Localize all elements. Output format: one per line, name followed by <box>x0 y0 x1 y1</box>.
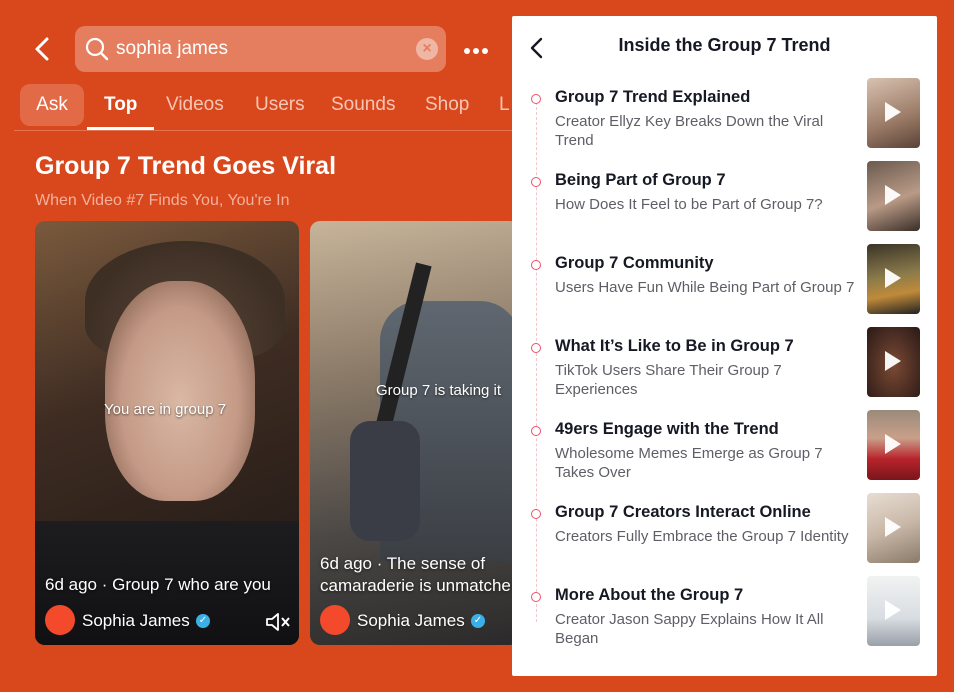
collection-title: Group 7 Trend Goes Viral <box>35 152 337 180</box>
item-description: How Does It Feel to be Part of Group 7? <box>555 196 823 213</box>
item-title: More About the Group 7 <box>555 586 744 604</box>
verified-badge-icon: ✓ <box>196 614 210 628</box>
video-caption: 6d ago · Group 7 who are you <box>45 575 271 594</box>
video-thumbnail-face <box>105 281 255 501</box>
list-item[interactable]: Being Part of Group 7 How Does It Feel t… <box>512 161 937 247</box>
list-item[interactable]: Group 7 Community Users Have Fun While B… <box>512 244 937 330</box>
video-thumbnail[interactable] <box>867 244 920 314</box>
item-title: 49ers Engage with the Trend <box>555 420 779 438</box>
play-icon <box>885 102 901 122</box>
video-thumbnail[interactable] <box>867 410 920 480</box>
video-card[interactable]: You are in group 7 6d ago · Group 7 who … <box>35 221 299 645</box>
item-description: Users Have Fun While Being Part of Group… <box>555 279 855 296</box>
item-title: Being Part of Group 7 <box>555 171 726 189</box>
list-item[interactable]: Group 7 Trend Explained Creator Ellyz Ke… <box>512 78 937 164</box>
tab-partial[interactable]: L <box>499 94 510 116</box>
video-thumbnail-bag <box>350 421 420 541</box>
item-title: Group 7 Community <box>555 254 714 272</box>
item-description: TikTok Users Share Their Group 7 Experie… <box>555 362 782 398</box>
list-item[interactable]: What It’s Like to Be in Group 7 TikTok U… <box>512 327 937 413</box>
timeline-dot <box>531 260 541 270</box>
list-item[interactable]: Group 7 Creators Interact Online Creator… <box>512 493 937 579</box>
timeline-dot <box>531 343 541 353</box>
item-title: Group 7 Trend Explained <box>555 88 751 106</box>
timeline-dot <box>531 592 541 602</box>
search-icon <box>85 37 109 61</box>
video-thumbnail[interactable] <box>867 161 920 231</box>
item-description: Wholesome Memes Emerge as Group 7 Takes … <box>555 445 823 481</box>
play-icon <box>885 600 901 620</box>
video-card[interactable]: Group 7 is taking it 6d ago · The sense … <box>310 221 512 645</box>
timeline-dot <box>531 94 541 104</box>
play-icon <box>885 185 901 205</box>
collection-subtitle: When Video #7 Finds You, You're In <box>35 192 290 209</box>
timeline-dot <box>531 426 541 436</box>
avatar[interactable] <box>320 605 350 635</box>
item-description: Creator Jason Sappy Explains How It All … <box>555 611 824 647</box>
play-icon <box>885 434 901 454</box>
back-arrow-icon[interactable] <box>30 36 56 62</box>
video-thumbnail[interactable] <box>867 78 920 148</box>
mute-icon[interactable] <box>265 611 291 633</box>
timeline-dot <box>531 177 541 187</box>
search-results-screen: sophia james × Ask Top Videos Users Soun… <box>0 0 512 692</box>
tab-users[interactable]: Users <box>255 94 305 116</box>
username[interactable]: Sophia James <box>82 611 190 631</box>
clear-search-icon[interactable]: × <box>416 38 438 60</box>
more-options-icon[interactable] <box>464 41 491 59</box>
timeline-dot <box>531 509 541 519</box>
play-icon <box>885 268 901 288</box>
video-caption-line2: camaraderie is unmatche <box>320 576 511 595</box>
tab-sounds[interactable]: Sounds <box>331 94 395 116</box>
item-title: What It’s Like to Be in Group 7 <box>555 337 794 355</box>
video-text-overlay: You are in group 7 <box>104 401 227 418</box>
list-item[interactable]: More About the Group 7 Creator Jason Sap… <box>512 576 937 662</box>
tab-videos[interactable]: Videos <box>166 94 224 116</box>
panel-title: Inside the Group 7 Trend <box>618 35 831 55</box>
tab-shop[interactable]: Shop <box>425 94 469 116</box>
username[interactable]: Sophia James <box>357 611 465 631</box>
avatar[interactable] <box>45 605 75 635</box>
video-thumbnail[interactable] <box>867 493 920 563</box>
search-query[interactable]: sophia james <box>116 38 228 60</box>
verified-badge-icon: ✓ <box>471 614 485 628</box>
search-bar[interactable]: sophia james × <box>75 26 446 72</box>
item-description: Creator Ellyz Key Breaks Down the Viral … <box>555 113 824 149</box>
tab-ask[interactable]: Ask <box>20 84 84 126</box>
video-text-overlay: Group 7 is taking it <box>376 382 502 399</box>
video-thumbnail[interactable] <box>867 327 920 397</box>
tab-top[interactable]: Top <box>104 94 137 116</box>
play-icon <box>885 517 901 537</box>
list-item[interactable]: 49ers Engage with the Trend Wholesome Me… <box>512 410 937 496</box>
play-icon <box>885 351 901 371</box>
trend-panel: Inside the Group 7 Trend Group 7 Trend E… <box>512 16 937 676</box>
video-thumbnail[interactable] <box>867 576 920 646</box>
tabs-divider <box>14 130 512 131</box>
item-title: Group 7 Creators Interact Online <box>555 503 811 521</box>
search-tabs: Ask Top Videos Users Sounds Shop L <box>20 84 512 128</box>
video-caption-line1: 6d ago · The sense of <box>320 554 486 573</box>
item-description: Creators Fully Embrace the Group 7 Ident… <box>555 528 849 545</box>
